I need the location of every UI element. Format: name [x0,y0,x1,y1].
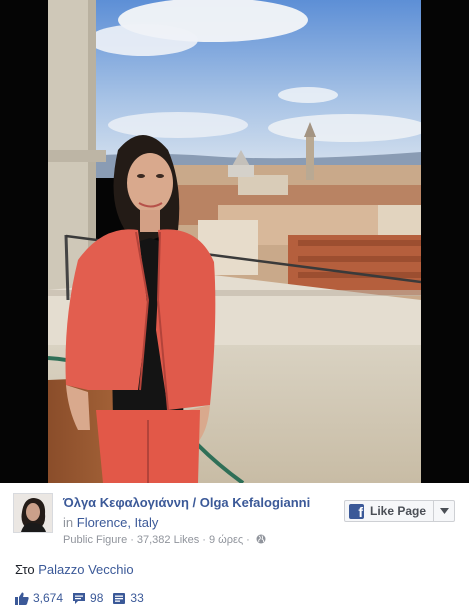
likes-count: 3,674 [33,591,64,605]
like-page-label: Like Page [370,504,427,518]
comments-stat[interactable]: 98 [72,591,103,605]
post-footer: Όλγα Κεφαλογιάννη / Olga Kefalogianni in… [0,483,469,609]
location-link[interactable]: Florence, Italy [77,515,159,530]
page-avatar[interactable] [13,493,53,533]
page-options-dropdown[interactable] [433,500,455,522]
shares-count: 33 [130,591,144,605]
post-photo-frame [0,0,469,483]
location-prefix: in [63,515,74,530]
likes-stat[interactable]: 3,674 [15,591,63,605]
avatar-image [14,494,52,532]
page-name-link[interactable]: Όλγα Κεφαλογιάννη / Olga Kefalogianni [63,495,310,510]
post-timestamp[interactable]: 9 ώρες [209,534,243,546]
caption-place-link[interactable]: Palazzo Vecchio [38,562,133,577]
shares-stat[interactable]: 33 [112,591,144,605]
like-page-button[interactable]: f Like Page [344,500,434,522]
thumbs-up-icon [15,592,29,605]
caption-text: Στο [15,562,35,577]
post-meta: Public Figure · 37,382 Likes · 9 ώρες · [63,534,266,546]
page-likes-count: 37,382 Likes [136,534,200,546]
post-photo[interactable] [48,0,421,483]
separator-dot: · [246,534,250,546]
separator-dot: · [202,534,206,546]
page-category: Public Figure [63,534,128,546]
comments-count: 98 [90,591,104,605]
share-icon [113,592,126,604]
facebook-logo-icon: f [349,503,364,519]
post-stats: 3,674 98 33 [15,590,153,606]
separator-dot: · [130,534,134,546]
comment-icon [73,592,86,604]
post-caption: Στο Palazzo Vecchio [15,562,134,577]
chevron-down-icon [439,508,449,514]
globe-icon[interactable] [256,534,266,544]
post-location: in Florence, Italy [63,515,158,530]
